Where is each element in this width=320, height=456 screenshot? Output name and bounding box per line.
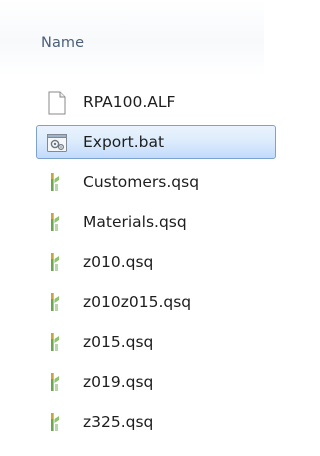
query-file-icon — [46, 291, 68, 315]
query-file-icon — [46, 371, 68, 395]
file-row-z019-qsq[interactable]: z019.qsq — [0, 364, 264, 404]
file-row-materials-qsq[interactable]: Materials.qsq — [0, 204, 264, 244]
query-file-icon — [46, 171, 68, 195]
file-row-customers-qsq[interactable]: Customers.qsq — [0, 164, 264, 204]
batch-file-icon — [46, 131, 68, 155]
file-row-z015-qsq[interactable]: z015.qsq — [0, 324, 264, 364]
file-row-z010-qsq[interactable]: z010.qsq — [0, 244, 264, 284]
query-file-icon — [46, 331, 68, 355]
file-name: z019.qsq — [83, 373, 154, 391]
file-name: Customers.qsq — [83, 173, 200, 191]
column-header-bar — [0, 0, 264, 76]
file-row-z325-qsq[interactable]: z325.qsq — [0, 404, 264, 444]
file-name: RPA100.ALF — [83, 93, 176, 111]
file-name: Export.bat — [83, 133, 165, 151]
query-file-icon — [46, 251, 68, 275]
blank-document-icon — [46, 91, 68, 115]
name-column-header[interactable]: Name — [41, 35, 84, 51]
file-list: RPA100.ALF Export.bat Customers.qsq Mate… — [0, 84, 276, 444]
file-name: Materials.qsq — [83, 213, 187, 231]
file-name: z010z015.qsq — [83, 293, 192, 311]
file-row-export-bat[interactable]: Export.bat — [0, 124, 276, 164]
file-list-pane: Name RPA100.ALF Export.bat Customers.qsq… — [0, 0, 276, 456]
file-row-rpa100-alf[interactable]: RPA100.ALF — [0, 84, 264, 124]
query-file-icon — [46, 211, 68, 235]
file-name: z015.qsq — [83, 333, 154, 351]
file-row-z010z015-qsq[interactable]: z010z015.qsq — [0, 284, 264, 324]
file-name: z325.qsq — [83, 413, 154, 431]
query-file-icon — [46, 411, 68, 435]
file-name: z010.qsq — [83, 253, 154, 271]
